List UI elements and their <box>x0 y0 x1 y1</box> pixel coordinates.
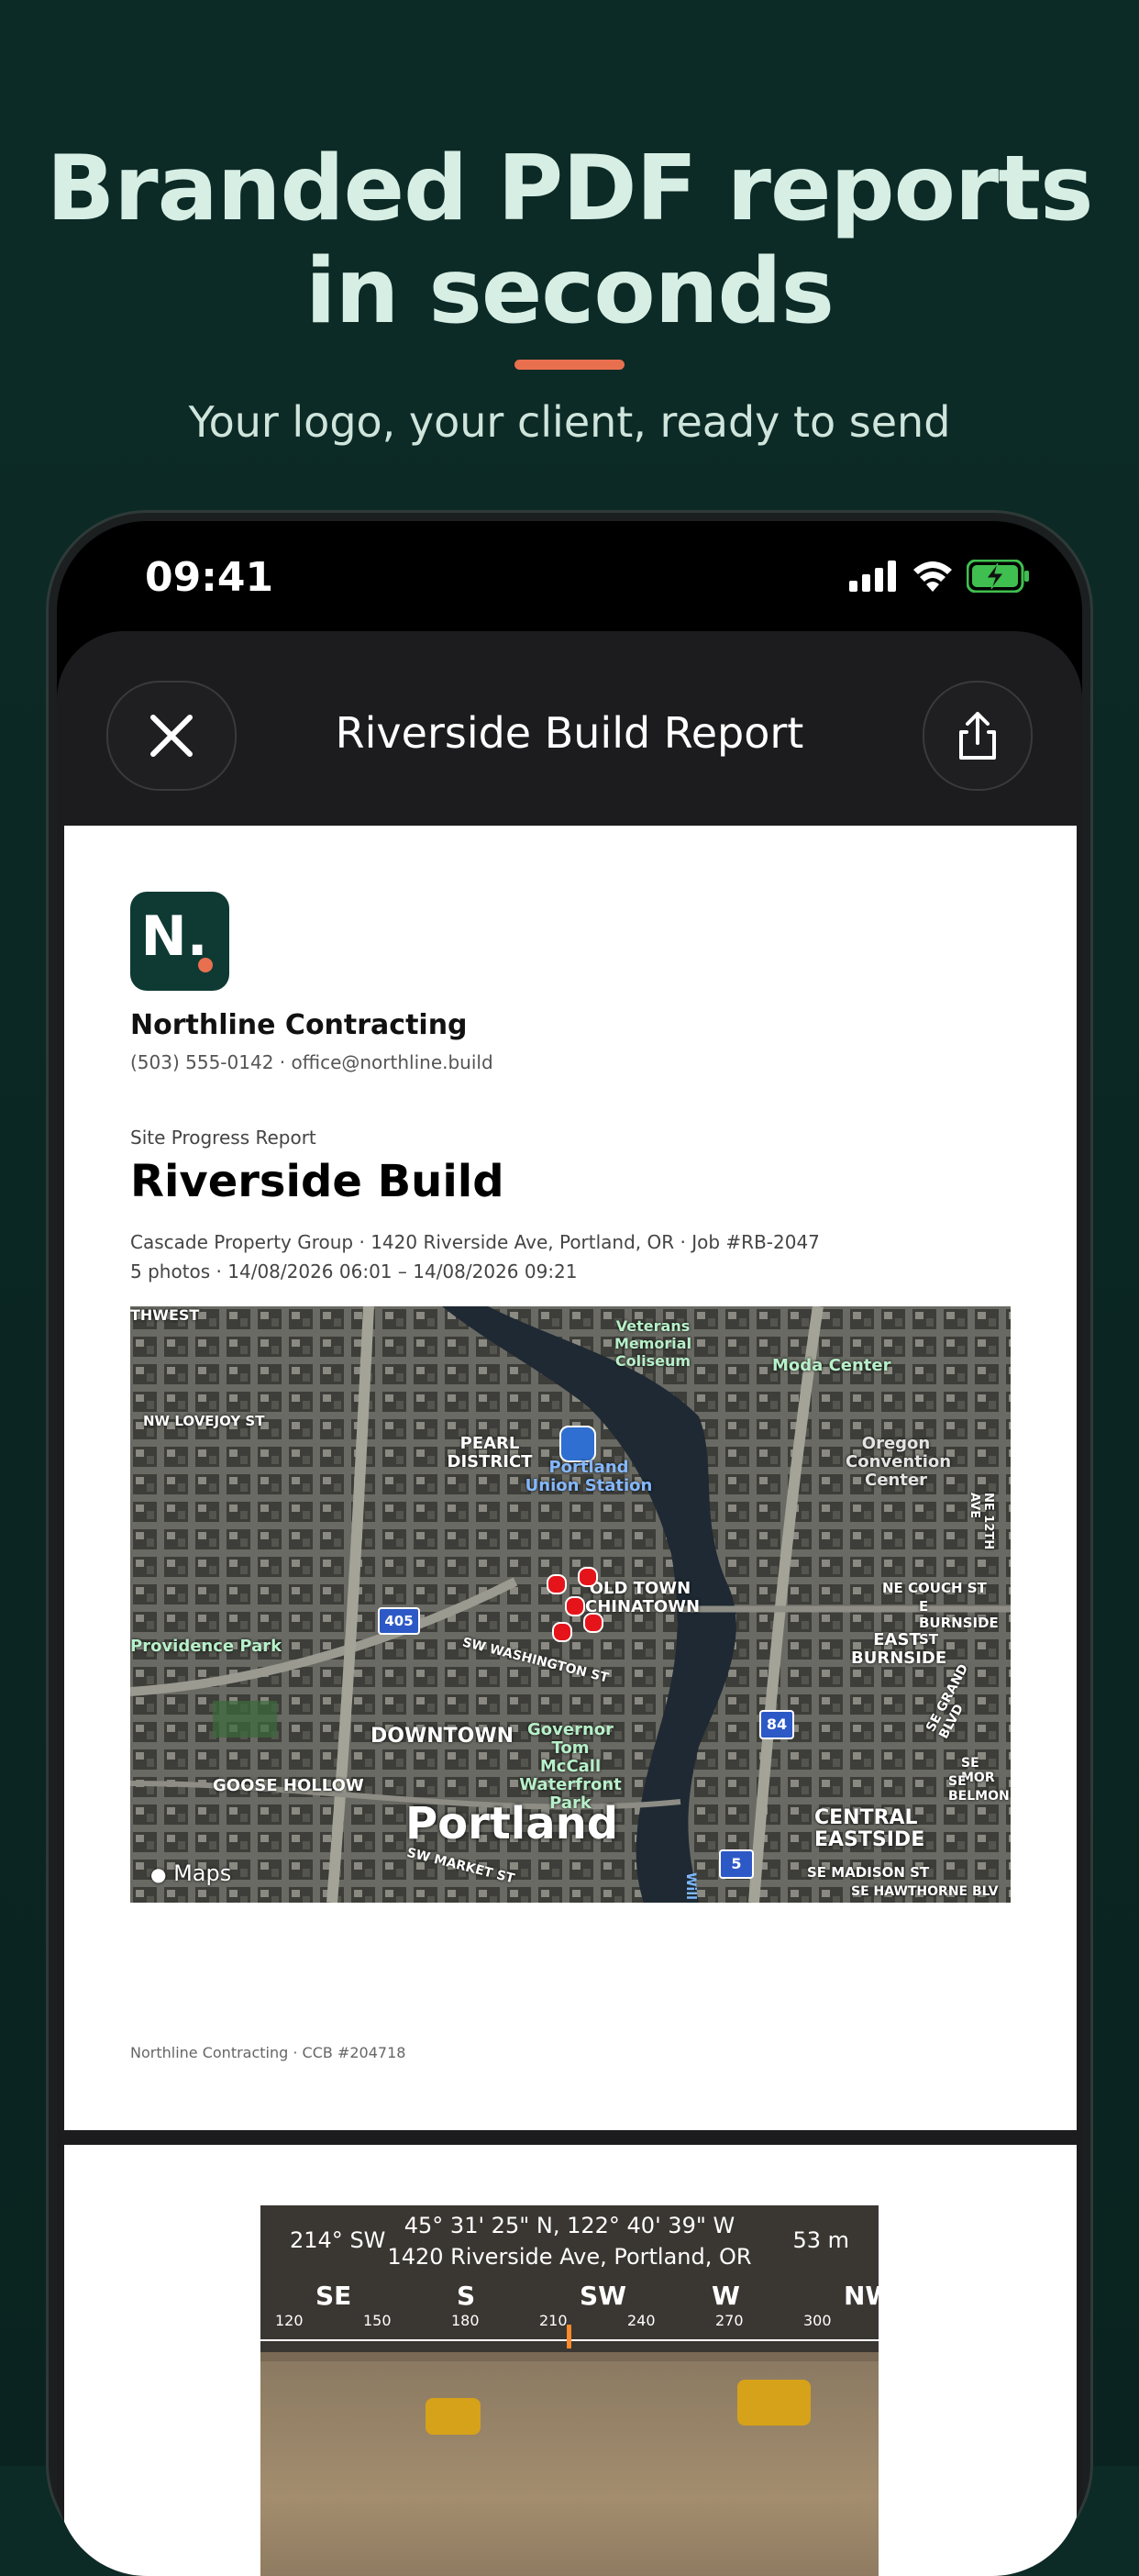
company-name: Northline Contracting <box>130 1009 468 1041</box>
compass-tick: 180 <box>451 2312 480 2329</box>
map-label-union-1: Portland <box>548 1458 629 1477</box>
cellular-signal-icon <box>849 561 896 592</box>
hero-headline: Branded PDF reports in seconds <box>46 137 1094 344</box>
photo-altitude: 53 m <box>792 2227 849 2253</box>
excavator-shape <box>737 2380 811 2426</box>
map-label-ne12th: NE 12TH AVE <box>968 1493 995 1550</box>
photo-pin[interactable] <box>547 1574 567 1594</box>
company-contact: (503) 555-0142 · office@northline.build <box>130 1051 493 1073</box>
map-label-oregon-1: Oregon <box>861 1434 931 1453</box>
map-label-northwest: THWEST <box>130 1306 200 1324</box>
doc-title: Riverside Build <box>130 1156 504 1207</box>
maps-attribution-text: Maps <box>173 1860 232 1886</box>
share-button[interactable] <box>923 681 1033 791</box>
map-label-ecouch: NE COUCH ST <box>882 1580 987 1596</box>
photo-pin[interactable] <box>565 1596 585 1616</box>
map-label-oregon-2: Convention <box>846 1452 952 1471</box>
status-icons <box>849 558 1031 594</box>
compass-label: S <box>457 2281 476 2311</box>
map-label-sehawthorne: SE HAWTHORNE BLV <box>851 1884 999 1899</box>
compass-tick: 210 <box>539 2312 568 2329</box>
map-label-eastburnside-2: BURNSIDE <box>851 1649 947 1668</box>
hero-accent-underline <box>514 360 625 370</box>
hero-subline: Your logo, your client, ready to send <box>188 397 951 447</box>
share-icon <box>959 712 996 760</box>
map-label-goosehollow: GOOSE HOLLOW <box>213 1776 364 1795</box>
maps-attribution: ● Maps <box>150 1860 231 1886</box>
compass-label: SW <box>580 2281 627 2311</box>
map-label-veterans: Veterans Memorial Coliseum <box>607 1317 699 1370</box>
map-label-pearl-2: DISTRICT <box>447 1452 533 1471</box>
pdf-page-1[interactable]: N. Northline Contracting (503) 555-0142 … <box>64 826 1077 2130</box>
map-label-centraleastside-2: EASTSIDE <box>814 1828 925 1851</box>
map-label-lovejoy: NW LOVEJOY ST <box>143 1413 265 1429</box>
photo-pin[interactable] <box>583 1613 603 1633</box>
excavator-shape <box>426 2398 481 2435</box>
photo-pin[interactable] <box>578 1567 598 1587</box>
compass-label: NW <box>844 2281 879 2311</box>
map-label-downtown: DOWNTOWN <box>370 1725 514 1748</box>
map-label-pearl-1: PEARL <box>459 1434 520 1453</box>
site-map[interactable]: THWEST Veterans Memorial Coliseum Moda C… <box>130 1306 1011 1903</box>
map-label-oregon: Oregon Convention Center <box>846 1434 951 1490</box>
map-label-veterans-2: Memorial <box>614 1335 692 1352</box>
map-label-centraleastside: CENTRAL EASTSIDE <box>814 1807 924 1851</box>
doc-meta-photos: 5 photos · 14/08/2026 06:01 – 14/08/2026… <box>130 1260 578 1282</box>
map-label-eastburnside-1: EAST <box>873 1630 921 1649</box>
map-label-oldtown-2: CHINATOWN <box>585 1597 701 1616</box>
company-logo: N. <box>130 892 229 991</box>
map-label-willamette: Will <box>682 1872 698 1900</box>
map-label-oldtown: OLD TOWN CHINATOWN <box>585 1579 700 1616</box>
phone-screen: 09:41 Riverside Build Report N. Northlin… <box>57 521 1082 2576</box>
pdf-page-2[interactable]: 214° SW 45° 31' 25" N, 122° 40' 39" W 14… <box>64 2145 1077 2576</box>
logo-dot <box>198 958 213 972</box>
map-label-eastburnside: EAST BURNSIDE <box>851 1630 947 1668</box>
doc-meta-client: Cascade Property Group · 1420 Riverside … <box>130 1231 820 1253</box>
report-navbar: Riverside Build Report <box>57 631 1082 815</box>
map-label-pearl: PEARL DISTRICT <box>446 1435 534 1471</box>
photo-coordinates: 45° 31' 25" N, 122° 40' 39" W <box>404 2213 735 2238</box>
compass-tick: 240 <box>627 2312 656 2329</box>
photo-pin[interactable] <box>552 1622 572 1642</box>
report-sheet: Riverside Build Report N. Northline Cont… <box>57 631 1082 2576</box>
compass-tick: 150 <box>363 2312 392 2329</box>
interstate-405-shield: 405 <box>378 1607 420 1635</box>
map-label-providence: Providence Park <box>130 1637 282 1656</box>
status-time: 09:41 <box>145 554 274 601</box>
doc-kicker: Site Progress Report <box>130 1127 316 1149</box>
map-label-moda: Moda Center <box>772 1356 891 1375</box>
compass-label: SE <box>315 2281 352 2311</box>
map-label-governor-1: Governor Tom <box>526 1720 614 1758</box>
compass-heading-marker <box>567 2325 571 2348</box>
compass-tick: 300 <box>803 2312 832 2329</box>
map-label-semadison: SE MADISON ST <box>807 1864 930 1881</box>
compass-tick: 270 <box>715 2312 744 2329</box>
page-footer: Northline Contracting · CCB #204718 <box>130 2044 406 2061</box>
map-label-portland: Portland <box>405 1798 619 1849</box>
map-label-oregon-3: Center <box>865 1471 927 1490</box>
wifi-icon <box>913 561 952 592</box>
map-label-governor-2: McCall <box>539 1757 602 1776</box>
site-photo[interactable]: 214° SW 45° 31' 25" N, 122° 40' 39" W 14… <box>260 2205 879 2576</box>
map-label-sebelmon: SE BELMON <box>948 1774 1010 1804</box>
map-label-oldtown-1: OLD TOWN <box>589 1579 691 1598</box>
map-label-union: Portland Union Station <box>525 1459 653 1495</box>
interstate-5-shield: 5 <box>719 1849 754 1879</box>
train-station-icon <box>559 1426 596 1462</box>
compass-label: W <box>712 2281 740 2311</box>
interstate-84-shield: 84 <box>759 1710 794 1739</box>
map-label-centraleastside-1: CENTRAL <box>814 1806 918 1829</box>
map-label-veterans-3: Coliseum <box>614 1352 691 1370</box>
apple-logo-icon: ● <box>150 1863 167 1885</box>
battery-charging-icon <box>967 560 1029 593</box>
compass-tick: 120 <box>275 2312 304 2329</box>
map-label-union-2: Union Station <box>525 1476 653 1495</box>
photo-address: 1420 Riverside Ave, Portland, OR <box>387 2244 752 2270</box>
map-label-veterans-1: Veterans <box>615 1317 691 1335</box>
